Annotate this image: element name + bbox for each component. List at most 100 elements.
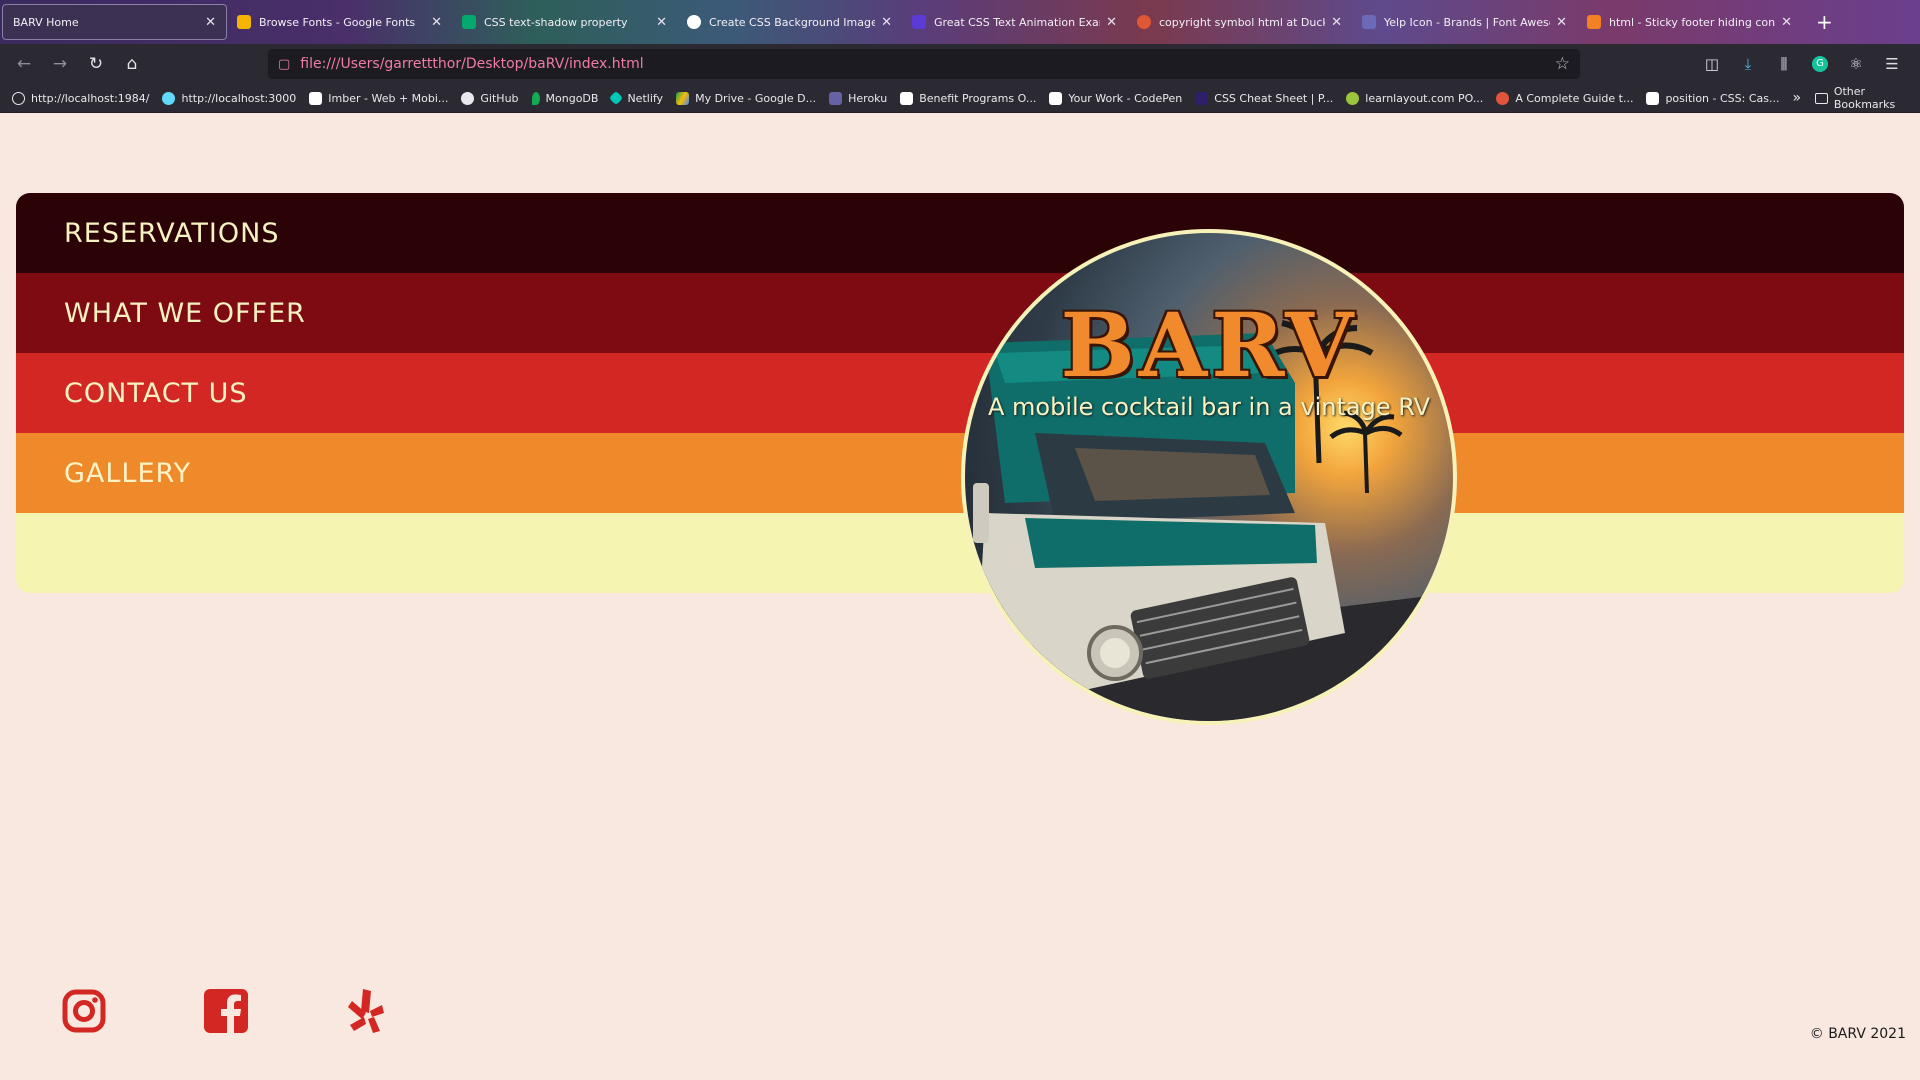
facebook-icon[interactable] [204,989,248,1037]
close-tab-icon[interactable]: ✕ [431,15,442,30]
react-devtools-icon[interactable]: ⚛ [1838,55,1874,73]
tab-font-awesome[interactable]: Yelp Icon - Brands | Font Aweso ✕ [1352,4,1577,40]
tab-label: copyright symbol html at DuckD [1159,15,1326,29]
new-tab-icon[interactable]: + [1816,10,1833,34]
bookmark-label: My Drive - Google D... [695,91,817,105]
bookmark-label: Heroku [848,91,888,105]
cheatsheet-icon [1195,91,1209,105]
tab-label: html - Sticky footer hiding conte [1609,15,1776,29]
bookmark-heroku[interactable]: Heroku [829,91,888,105]
bookmark-imber[interactable]: Imber - Web + Mobi... [309,91,449,105]
bookmark-label: MongoDB [545,91,599,105]
globe-icon [12,91,25,105]
tab-sticky-footer[interactable]: html - Sticky footer hiding conte ✕ [1577,4,1802,40]
brand-tagline: A mobile cocktail bar in a vintage RV [987,393,1431,421]
bookmark-label: Your Work - CodePen [1068,91,1183,105]
back-arrow-icon[interactable]: ← [6,54,42,74]
yelp-icon[interactable] [346,987,386,1039]
bookmark-complete-guide[interactable]: A Complete Guide t... [1496,91,1634,105]
page-file-icon: ▢ [278,56,291,72]
tab-text-animation[interactable]: Great CSS Text Animation Exam ✕ [902,4,1127,40]
brand-title: BARV [1060,293,1358,397]
close-tab-icon[interactable]: ✕ [881,15,892,30]
close-tab-icon[interactable]: ✕ [1106,15,1117,30]
tab-google-fonts[interactable]: Browse Fonts - Google Fonts ✕ [227,4,452,40]
bookmark-google-drive[interactable]: My Drive - Google D... [676,91,817,105]
nav-link-label: RESERVATIONS [64,217,280,249]
tab-barv-home[interactable]: BARV Home ✕ [2,4,227,40]
bookmark-github[interactable]: GitHub [461,91,519,105]
close-tab-icon[interactable]: ✕ [1331,15,1342,30]
menu-icon[interactable]: ☰ [1874,55,1910,73]
bookmark-css-cheat-sheet[interactable]: CSS Cheat Sheet | P... [1195,91,1334,105]
duckduckgo-favicon-icon [1137,15,1151,29]
close-tab-icon[interactable]: ✕ [1556,15,1567,30]
other-bookmarks-label: Other Bookmarks [1833,85,1896,111]
bookmark-position-css[interactable]: position - CSS: Cas... [1646,91,1780,105]
tab-css-text-shadow[interactable]: CSS text-shadow property ✕ [452,4,677,40]
close-tab-icon[interactable]: ✕ [1781,15,1792,30]
navigation-toolbar: ← → ↻ ⌂ ▢ file:///Users/garrettthor/Desk… [0,44,1920,84]
download-icon[interactable]: ⤓ [1730,55,1766,73]
tab-label: BARV Home [13,15,79,29]
library-icon[interactable]: ⫼ [1766,55,1802,73]
font-awesome-favicon-icon [1362,15,1376,29]
bookmark-label: GitHub [480,91,519,105]
edd-icon [900,91,914,105]
bookmark-label: Benefit Programs O... [919,91,1037,105]
bookmark-star-icon[interactable]: ☆ [1555,54,1570,74]
bookmark-benefit-programs[interactable]: Benefit Programs O... [900,91,1037,105]
bookmark-netlify[interactable]: Netlify [609,90,663,106]
site-favicon-icon [687,15,701,29]
close-tab-icon[interactable]: ✕ [656,15,667,30]
tab-label: Yelp Icon - Brands | Font Aweso [1384,15,1551,29]
css-tricks-icon [1496,91,1510,105]
nav-link-label: GALLERY [64,457,192,489]
social-links [62,987,484,1039]
instagram-icon[interactable] [62,989,106,1037]
react-icon [162,91,176,105]
learnlayout-icon [1346,91,1360,105]
tab-label: CSS text-shadow property [484,15,628,29]
nav-stripes: RESERVATIONS WHAT WE OFFER CONTACT US GA… [16,193,1904,593]
google-fonts-favicon-icon [237,15,251,29]
close-tab-icon[interactable]: ✕ [205,15,216,30]
pocket-icon[interactable]: ◫ [1694,55,1730,73]
chevron-more-icon[interactable]: » [1792,90,1801,106]
forward-arrow-icon[interactable]: → [42,54,78,74]
bookmark-label: CSS Cheat Sheet | P... [1214,91,1334,105]
bookmark-label: Imber - Web + Mobi... [328,91,449,105]
bookmark-learnlayout[interactable]: learnlayout.com PO... [1346,91,1483,105]
bookmark-localhost-1984[interactable]: http://localhost:1984/ [12,91,150,105]
tab-duckduckgo[interactable]: copyright symbol html at DuckD ✕ [1127,4,1352,40]
toolbar-actions: ◫ ⤓ ⫼ G ⚛ ☰ [1694,44,1910,84]
bookmark-label: http://localhost:1984/ [31,91,150,105]
home-icon[interactable]: ⌂ [114,54,150,74]
url-text[interactable]: file:///Users/garrettthor/Desktop/baRV/i… [300,56,643,72]
bookmark-mongodb[interactable]: MongoDB [531,91,599,105]
other-bookmarks-folder[interactable]: Other Bookmarks [1815,85,1920,111]
netlify-icon [609,90,624,106]
mdn-icon [1646,91,1660,105]
bookmark-label: position - CSS: Cas... [1665,91,1780,105]
stackoverflow-favicon-icon [1587,15,1601,29]
heroku-icon [829,91,843,105]
nav-link-contact-us[interactable]: CONTACT US [16,353,1904,433]
bookmark-label: http://localhost:3000 [181,91,297,105]
tab-css-background-image[interactable]: Create CSS Background Image ✕ [677,4,902,40]
bookmark-codepen[interactable]: Your Work - CodePen [1049,91,1183,105]
reload-icon[interactable]: ↻ [78,54,114,74]
copyright-text: © BARV 2021 [1809,1026,1906,1042]
hero-logo: BARV A mobile cocktail bar in a vintage … [961,229,1457,725]
bookmark-label: A Complete Guide t... [1515,91,1634,105]
imber-icon [309,91,323,105]
nav-link-what-we-offer[interactable]: WHAT WE OFFER [16,273,1904,353]
address-bar[interactable]: ▢ file:///Users/garrettthor/Desktop/baRV… [268,49,1580,79]
tab-label: Great CSS Text Animation Exam [934,15,1101,29]
page-content: RESERVATIONS WHAT WE OFFER CONTACT US GA… [0,113,1920,1080]
nav-link-reservations[interactable]: RESERVATIONS [16,193,1904,273]
nav-link-gallery[interactable]: GALLERY [16,433,1904,513]
grammarly-icon[interactable]: G [1812,56,1828,72]
w3schools-favicon-icon [462,15,476,29]
bookmark-localhost-3000[interactable]: http://localhost:3000 [162,91,297,105]
